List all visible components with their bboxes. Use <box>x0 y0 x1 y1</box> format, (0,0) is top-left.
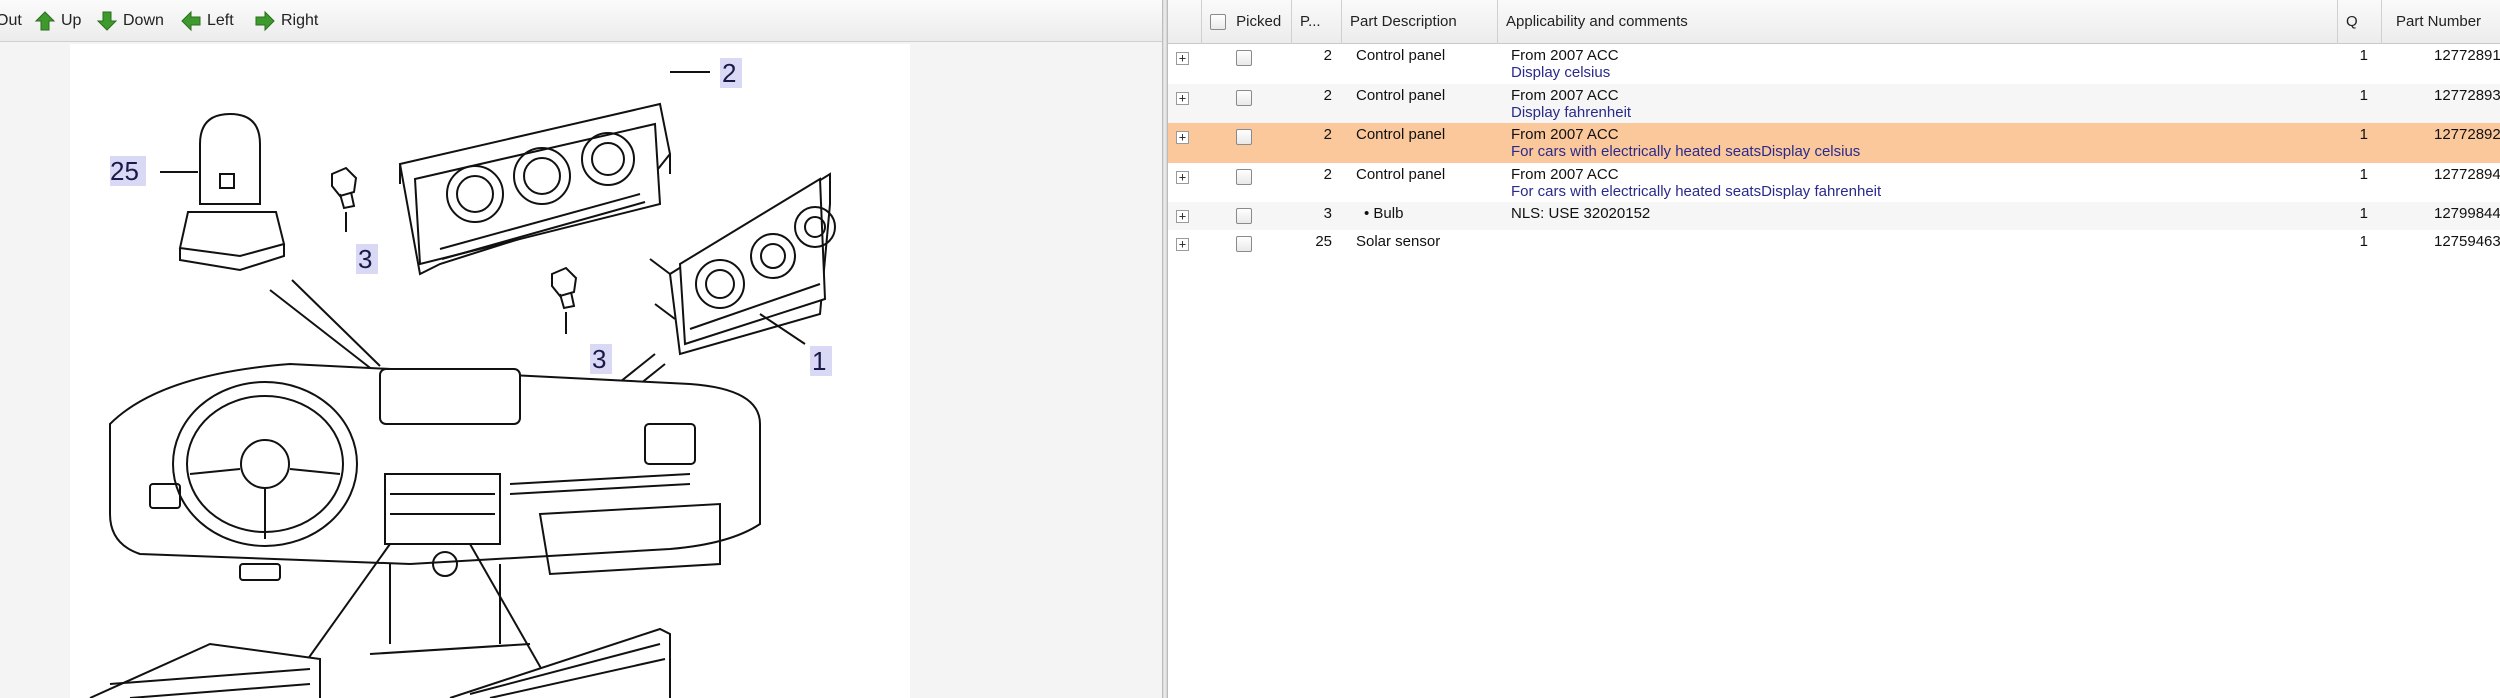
select-all-checkbox[interactable] <box>1210 14 1226 31</box>
down-label: Down <box>123 12 164 29</box>
right-button[interactable]: Right <box>254 9 318 33</box>
arrow-left-icon <box>181 10 201 32</box>
callout-2-label: 2 <box>722 58 736 88</box>
row-quantity: 1 <box>2359 233 2368 250</box>
expand-icon[interactable]: + <box>1176 92 1189 105</box>
parts-diagram[interactable]: 2 25 3 3 1 <box>70 44 910 698</box>
row-comment-line2: Display fahrenheit <box>1511 104 1632 121</box>
picked-checkbox[interactable] <box>1236 169 1252 185</box>
row-comment-line2: For cars with electrically heated seatsD… <box>1511 143 1861 160</box>
row-position: 3 <box>1323 205 1332 222</box>
callout-3a-label: 3 <box>358 244 372 274</box>
row-quantity: 1 <box>2359 166 2368 183</box>
zoom-out-label: Out <box>0 12 22 29</box>
diagram-pane: Out Up Down Left Right 2 25 3 3 1 <box>0 0 1162 698</box>
picked-checkbox[interactable] <box>1236 236 1252 252</box>
table-row-selected[interactable]: + 2 Control panel From 2007 ACC For cars… <box>1168 123 2500 163</box>
row-part-number: 12759463 <box>2434 233 2500 250</box>
row-description: Control panel <box>1356 47 1446 64</box>
row-quantity: 1 <box>2359 47 2368 64</box>
expand-icon[interactable]: + <box>1176 210 1189 223</box>
callout-25[interactable]: 25 <box>110 156 146 186</box>
picked-checkbox[interactable] <box>1236 208 1252 224</box>
column-header-part-description[interactable]: Part Description <box>1342 0 1498 44</box>
row-comment-line1: From 2007 ACC <box>1511 166 1619 183</box>
row-part-number: 12772893 <box>2434 87 2500 104</box>
row-part-number: 12772892 <box>2434 126 2500 143</box>
table-row[interactable]: + 25 Solar sensor 1 12759463 <box>1168 230 2500 258</box>
row-comment-line1: NLS: USE 32020152 <box>1511 205 1651 222</box>
callout-3b-label: 3 <box>592 344 606 374</box>
callout-3b[interactable]: 3 <box>590 344 612 374</box>
down-button[interactable]: Down <box>96 9 164 33</box>
row-part-number: 12772894 <box>2434 166 2500 183</box>
callout-2[interactable]: 2 <box>720 58 742 88</box>
table-row[interactable]: + 2 Control panel From 2007 ACC For cars… <box>1168 163 2500 202</box>
grid-header: Picked P... Part Description Applicabili… <box>1168 0 2500 44</box>
row-quantity: 1 <box>2359 205 2368 222</box>
row-position: 2 <box>1323 87 1332 104</box>
row-position: 2 <box>1323 126 1332 143</box>
row-position: 25 <box>1315 233 1332 250</box>
left-label: Left <box>207 12 234 29</box>
row-part-number: 12799844 <box>2434 205 2500 222</box>
row-comment-line2: Display celsius <box>1511 64 1611 81</box>
callout-1[interactable]: 1 <box>810 346 832 376</box>
callout-25-label: 25 <box>110 156 139 186</box>
row-comment-line1: From 2007 ACC <box>1511 126 1619 143</box>
arrow-down-icon <box>96 11 118 31</box>
row-description: Control panel <box>1356 166 1446 183</box>
picked-checkbox[interactable] <box>1236 90 1252 106</box>
expand-column-header <box>1168 0 1202 44</box>
callout-1-label: 1 <box>812 346 826 376</box>
arrow-right-icon <box>255 10 275 32</box>
row-comment-line2: For cars with electrically heated seatsD… <box>1511 183 1882 200</box>
expand-icon[interactable]: + <box>1176 131 1189 144</box>
expand-icon[interactable]: + <box>1176 171 1189 184</box>
expand-icon[interactable]: + <box>1176 52 1189 65</box>
row-description: • Bulb <box>1364 205 1404 222</box>
navigation-toolbar: Out Up Down Left Right <box>0 0 1162 42</box>
column-header-part-number[interactable]: Part Number <box>2382 0 2500 44</box>
column-header-position[interactable]: P... <box>1292 0 1342 44</box>
row-description: Control panel <box>1356 126 1446 143</box>
column-header-picked[interactable]: Picked <box>1202 0 1292 44</box>
table-row[interactable]: + 2 Control panel From 2007 ACC Display … <box>1168 44 2500 84</box>
row-description: Control panel <box>1356 87 1446 104</box>
table-row[interactable]: + 2 Control panel From 2007 ACC Display … <box>1168 84 2500 123</box>
up-label: Up <box>61 12 82 29</box>
row-position: 2 <box>1323 166 1332 183</box>
row-description: Solar sensor <box>1356 233 1441 250</box>
callout-3a[interactable]: 3 <box>356 244 378 274</box>
row-comment-line1: From 2007 ACC <box>1511 47 1619 64</box>
arrow-up-icon <box>34 11 56 31</box>
column-header-quantity[interactable]: Q <box>2338 0 2382 44</box>
picked-checkbox[interactable] <box>1236 50 1252 66</box>
table-row[interactable]: + 3 • Bulb NLS: USE 32020152 1 12799844 <box>1168 202 2500 230</box>
column-header-applicability[interactable]: Applicability and comments <box>1498 0 2338 44</box>
row-part-number: 12772891 <box>2434 47 2500 64</box>
expand-icon[interactable]: + <box>1176 238 1189 251</box>
zoom-out-button[interactable]: Out <box>0 9 22 33</box>
parts-grid-pane: Picked P... Part Description Applicabili… <box>1168 0 2500 698</box>
row-position: 2 <box>1323 47 1332 64</box>
picked-checkbox[interactable] <box>1236 129 1252 145</box>
right-label: Right <box>281 12 319 29</box>
up-button[interactable]: Up <box>34 9 81 33</box>
row-quantity: 1 <box>2359 87 2368 104</box>
row-quantity: 1 <box>2359 126 2368 143</box>
left-button[interactable]: Left <box>180 9 234 33</box>
row-comment-line1: From 2007 ACC <box>1511 87 1619 104</box>
